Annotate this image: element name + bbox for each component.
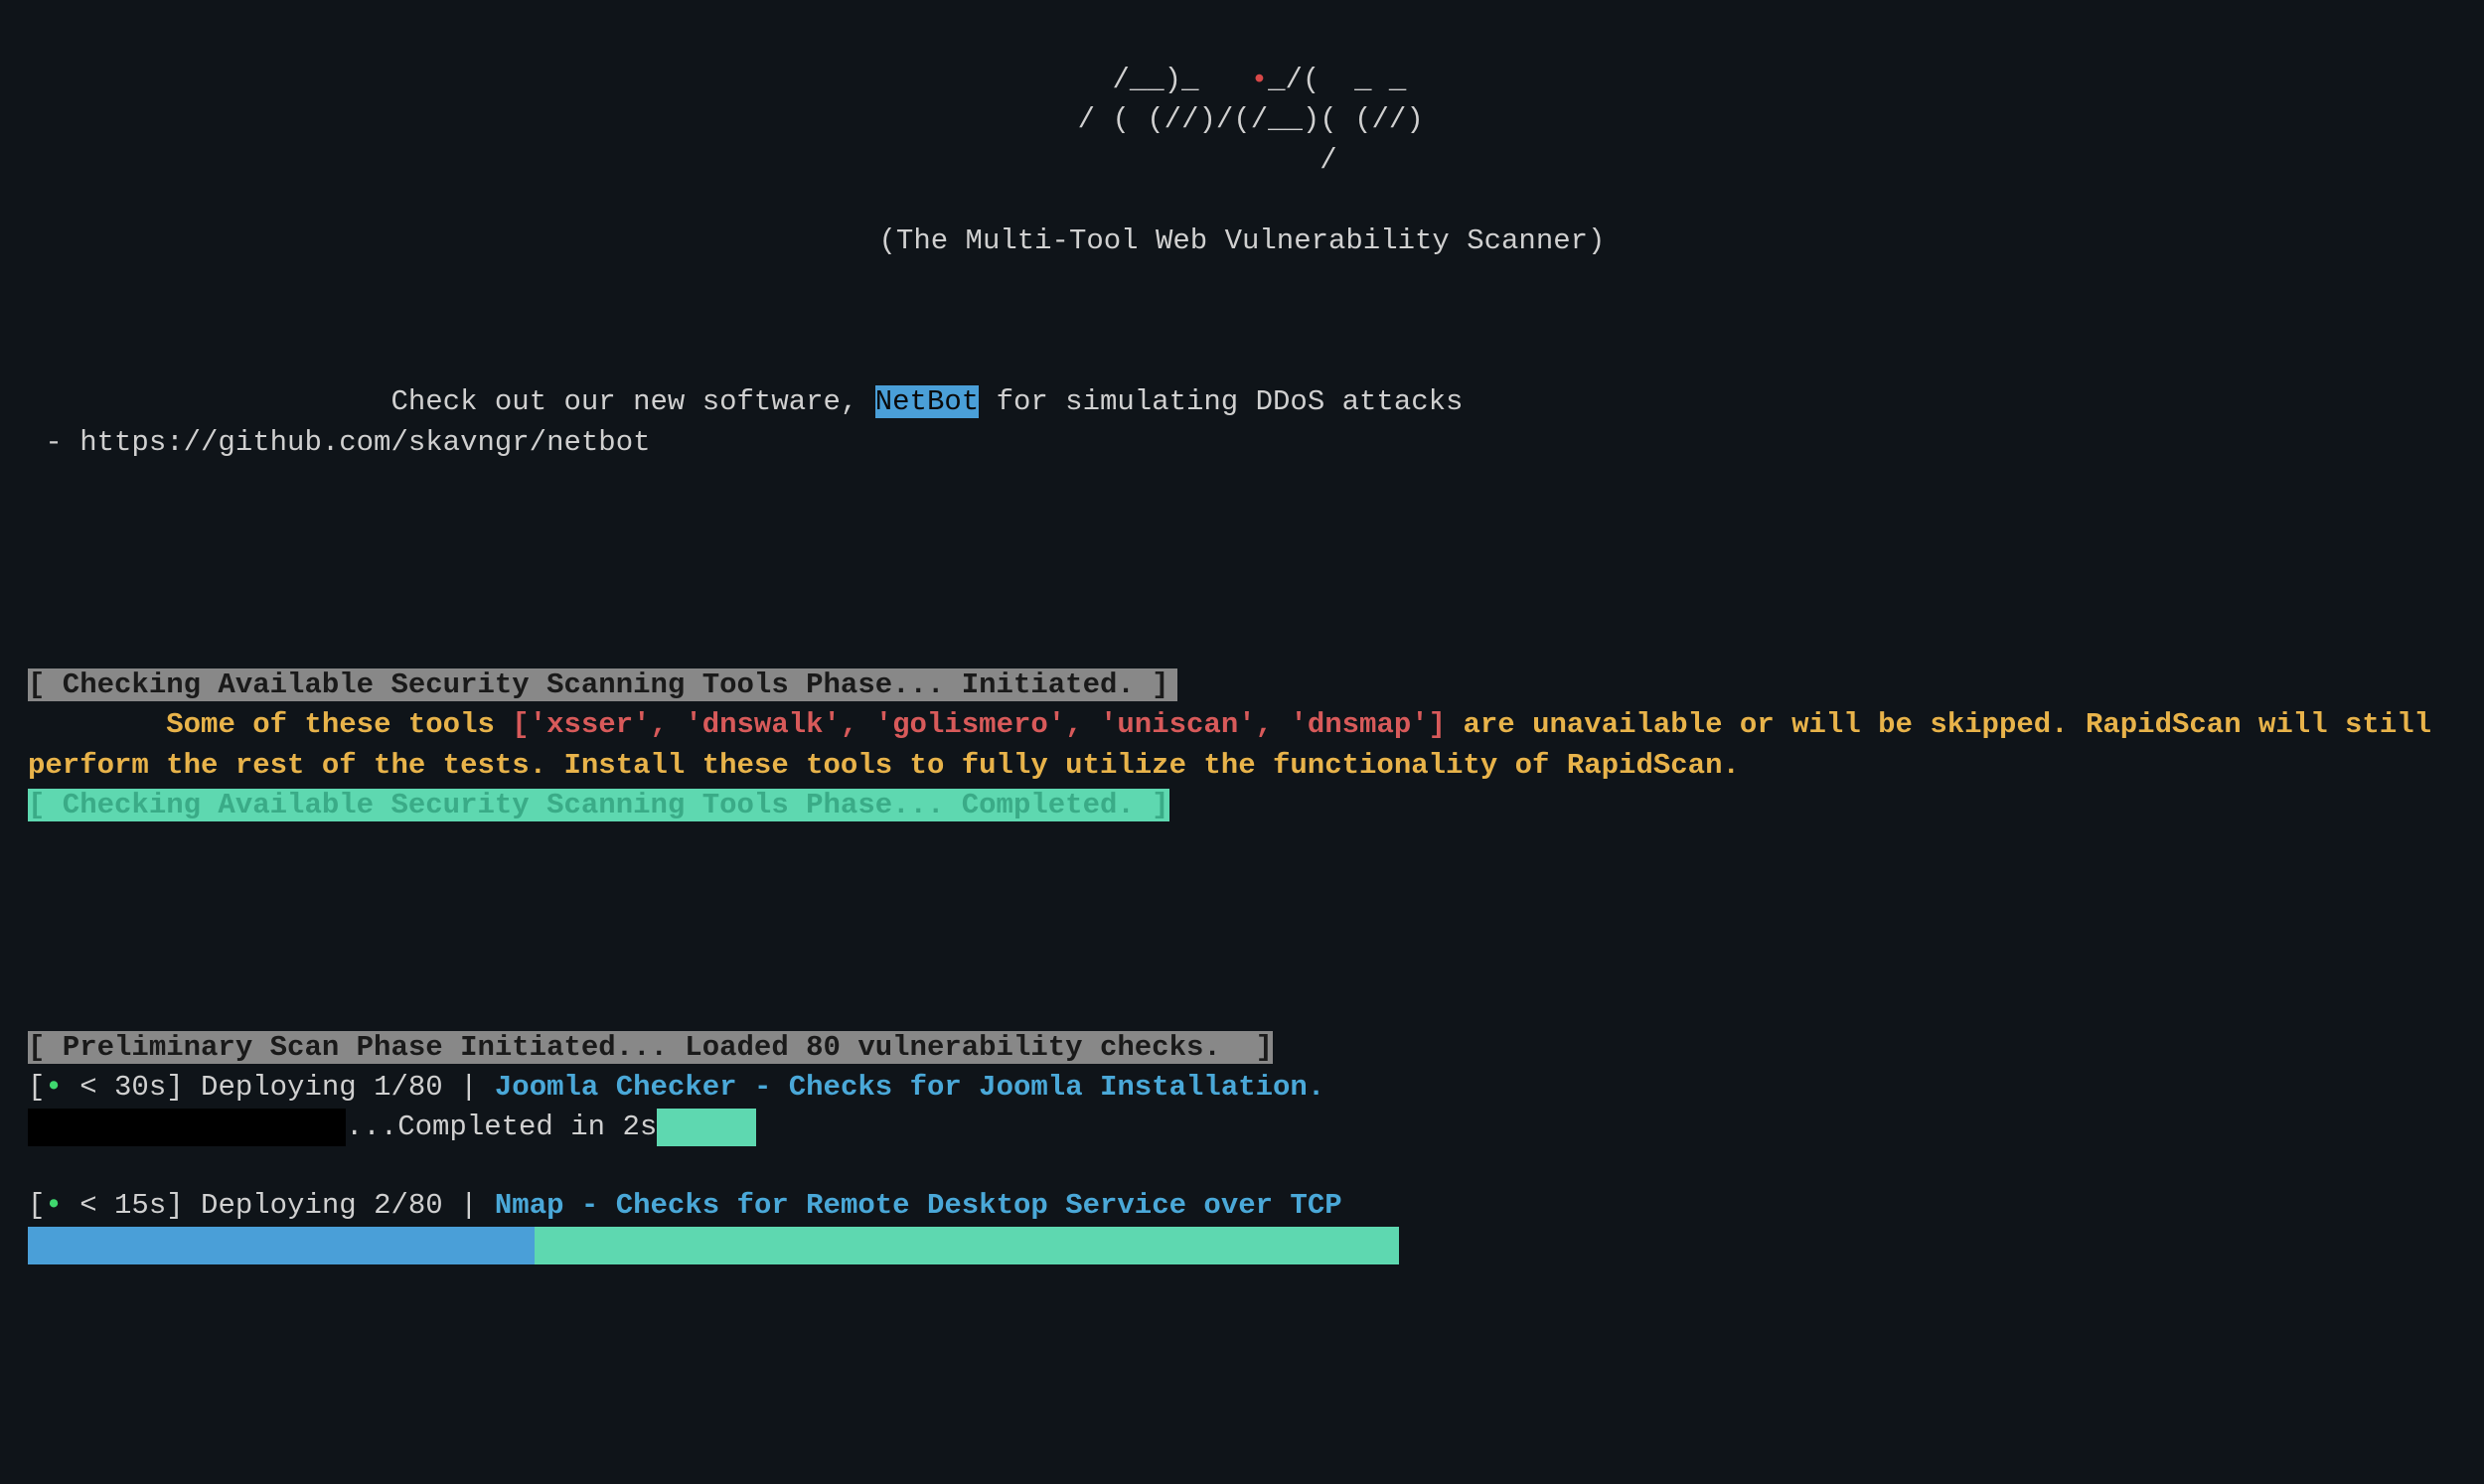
progress-blue-segment — [28, 1227, 535, 1264]
phase-2-header: [ Preliminary Scan Phase Initiated... Lo… — [28, 1031, 1273, 1064]
promo-line: Check out our new software, NetBot for s… — [28, 382, 2456, 463]
ascii-logo: /__)_ •_/( _ _ / ( (//)/(/__)( (//) / — [28, 61, 2456, 182]
check-2-progress — [28, 1227, 2456, 1264]
progress-green-segment — [657, 1109, 756, 1146]
logo-line-1b: _/( _ _ — [1268, 64, 1406, 96]
logo-line-1a: /__)_ — [1078, 64, 1251, 96]
check-1-line: [• < 30s] Deploying 1/80 | Joomla Checke… — [28, 1071, 1324, 1104]
check-2-deploy: Deploying 2/80 | — [201, 1189, 495, 1222]
progress-black-segment — [28, 1109, 346, 1146]
promo-suffix: for simulating DDoS attacks — [979, 385, 1463, 418]
phase-1-block: [ Checking Available Security Scanning T… — [28, 666, 2456, 826]
promo-highlight: NetBot — [875, 385, 979, 418]
check-1-progress: ...Completed in 2s — [28, 1109, 2456, 1146]
check-2-desc: Nmap - Checks for Remote Desktop Service… — [495, 1189, 1342, 1222]
phase-1-footer: [ Checking Available Security Scanning T… — [28, 789, 1169, 821]
check-1-deploy: Deploying 1/80 | — [201, 1071, 495, 1104]
logo-line-3: / — [1147, 144, 1336, 177]
logo-line-2: / ( (//)/(/__)( (//) — [1060, 103, 1423, 136]
phase-1-msg-prefix: Some of these tools — [28, 708, 512, 741]
promo-url: - https://github.com/skavngr/netbot — [28, 426, 651, 459]
promo-prefix: Check out our new software, — [390, 385, 874, 418]
check-2-line: [• < 15s] Deploying 2/80 | Nmap - Checks… — [28, 1189, 1342, 1222]
phase-1-header: [ Checking Available Security Scanning T… — [28, 668, 1177, 701]
status-dot-icon: • — [45, 1189, 62, 1222]
logo-dot: • — [1251, 64, 1268, 96]
check-2-time: < 15s — [79, 1189, 166, 1222]
check-1-time: < 30s — [79, 1071, 166, 1104]
terminal-output: /__)_ •_/( _ _ / ( (//)/(/__)( (//) / (T… — [0, 0, 2484, 1324]
phase-2-block: [ Preliminary Scan Phase Initiated... Lo… — [28, 1028, 2456, 1264]
phase-1-tools-list: ['xsser', 'dnswalk', 'golismero', 'unisc… — [512, 708, 1446, 741]
progress-green-segment — [535, 1227, 1399, 1264]
tagline: (The Multi-Tool Web Vulnerability Scanne… — [28, 222, 2456, 262]
check-1-completed: ...Completed in 2s — [346, 1111, 657, 1143]
check-1-desc: Joomla Checker - Checks for Joomla Insta… — [495, 1071, 1324, 1104]
status-dot-icon: • — [45, 1071, 62, 1104]
